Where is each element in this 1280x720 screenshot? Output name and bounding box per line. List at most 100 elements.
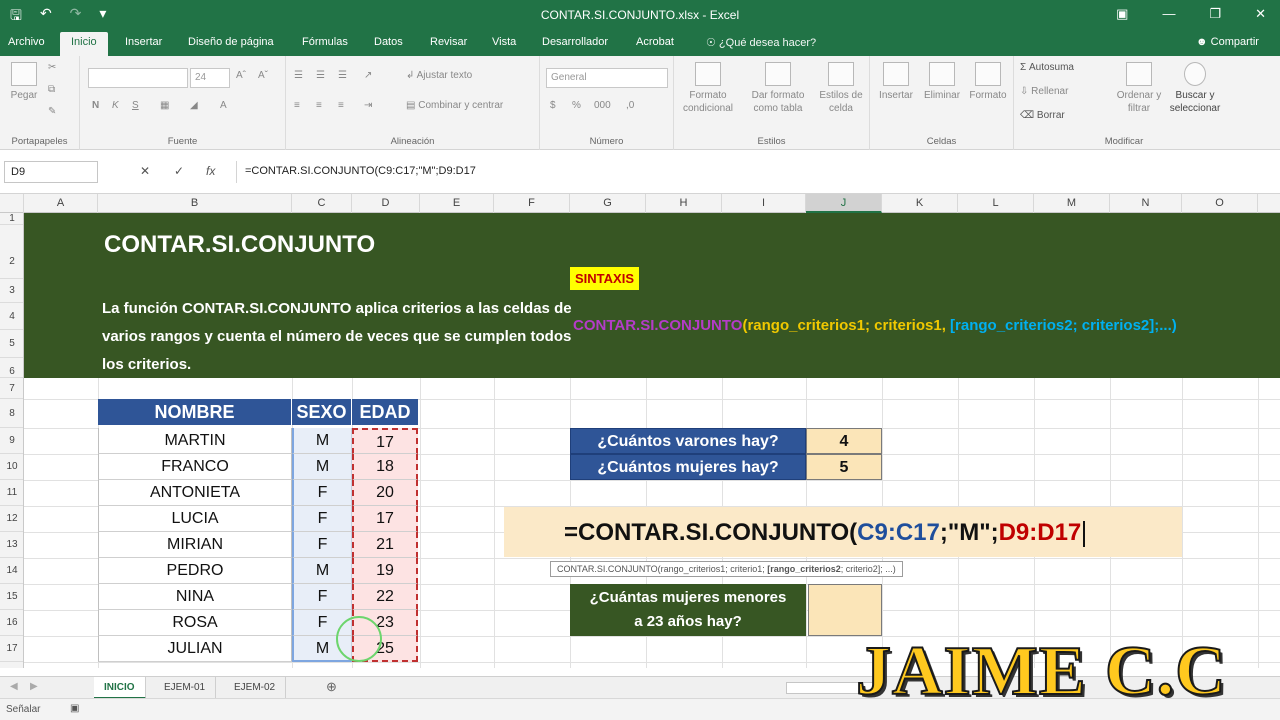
align-top-icon[interactable]: ☰ [294, 70, 303, 81]
tab-insertar[interactable]: Insertar [125, 36, 162, 48]
ribbon-display-icon[interactable]: ▣ [1116, 6, 1128, 22]
table-cell-sexo[interactable]: M [292, 428, 352, 454]
sheet-tab-ejem02[interactable]: EJEM-02 [224, 677, 287, 699]
question-mujeres-menores[interactable]: ¿Cuántas mujeres menores a 23 años hay? [570, 584, 806, 636]
tab-diseno-pagina[interactable]: Diseño de página [188, 36, 274, 48]
row-header[interactable]: 12 [0, 506, 23, 532]
question-varones[interactable]: ¿Cuántos varones hay? [570, 428, 806, 454]
cut-icon[interactable]: ✂ [48, 62, 56, 73]
tab-vista[interactable]: Vista [492, 36, 516, 48]
format-painter-icon[interactable]: ✎ [48, 106, 56, 117]
column-header[interactable]: C [292, 194, 352, 213]
row-header[interactable]: 10 [0, 454, 23, 480]
column-header[interactable]: E [420, 194, 494, 213]
table-header[interactable]: SEXO [292, 399, 352, 425]
paste-button[interactable]: Pegar [6, 62, 42, 102]
row-header[interactable]: 6 [0, 358, 23, 378]
column-header[interactable]: H [646, 194, 722, 213]
row-header[interactable]: 11 [0, 480, 23, 506]
select-all-corner[interactable] [0, 194, 24, 213]
table-cell-edad[interactable]: 18 [352, 454, 418, 480]
column-header[interactable]: O [1182, 194, 1258, 213]
font-name-combo[interactable] [88, 68, 188, 88]
font-color-icon[interactable]: A [220, 100, 227, 111]
shrink-font-icon[interactable]: Aˇ [258, 70, 268, 81]
name-box[interactable]: D9 [4, 161, 98, 183]
table-cell-nombre[interactable]: ROSA [98, 610, 292, 636]
fill-button[interactable]: ⇩ Rellenar [1020, 86, 1068, 97]
tab-datos[interactable]: Datos [374, 36, 403, 48]
row-header[interactable]: 17 [0, 636, 23, 662]
scroll-left-icon[interactable]: ◀ [10, 681, 18, 692]
align-middle-icon[interactable]: ☰ [316, 70, 325, 81]
italic-button[interactable]: K [112, 100, 119, 111]
cell-styles-button[interactable]: Estilos de celda [816, 62, 866, 115]
autosum-button[interactable]: Σ Autosuma [1020, 62, 1074, 73]
table-header[interactable]: EDAD [352, 399, 418, 425]
conditional-format-button[interactable]: Formato condicional [678, 62, 738, 115]
table-cell-edad[interactable]: 21 [352, 532, 418, 558]
table-cell-sexo[interactable]: F [292, 584, 352, 610]
answer-varones[interactable]: 4 [806, 428, 882, 454]
row-header[interactable]: 15 [0, 584, 23, 610]
table-cell-sexo[interactable]: M [292, 454, 352, 480]
tab-desarrollador[interactable]: Desarrollador [542, 36, 608, 48]
row-header[interactable]: 5 [0, 330, 23, 358]
tab-inicio[interactable]: Inicio [60, 32, 108, 56]
table-cell-nombre[interactable]: MIRIAN [98, 532, 292, 558]
find-select-button[interactable]: Buscar y seleccionar [1164, 62, 1226, 115]
delete-cells-button[interactable]: Eliminar [920, 62, 964, 102]
column-header[interactable]: L [958, 194, 1034, 213]
merge-center-button[interactable]: ▤ Combinar y centrar [406, 100, 503, 111]
column-header[interactable]: N [1110, 194, 1182, 213]
fill-color-icon[interactable]: ◢ [190, 100, 198, 111]
table-cell-nombre[interactable]: PEDRO [98, 558, 292, 584]
column-header[interactable]: K [882, 194, 958, 213]
table-cell-edad[interactable]: 17 [352, 506, 418, 532]
add-sheet-icon[interactable]: ⊕ [326, 679, 337, 695]
formula-input[interactable]: =CONTAR.SI.CONJUNTO(C9:C17;"M";D9:D17 [236, 161, 1276, 183]
table-cell-nombre[interactable]: FRANCO [98, 454, 292, 480]
answer-mujeres-menores[interactable] [808, 584, 882, 636]
row-header[interactable]: 9 [0, 428, 23, 454]
comma-icon[interactable]: 000 [594, 100, 611, 111]
percent-icon[interactable]: % [572, 100, 581, 111]
row-header[interactable]: 13 [0, 532, 23, 558]
orientation-icon[interactable]: ↗ [364, 70, 372, 81]
table-cell-sexo[interactable]: F [292, 506, 352, 532]
font-size-combo[interactable]: 24 [190, 68, 230, 88]
align-right-icon[interactable]: ≡ [338, 100, 344, 111]
align-left-icon[interactable]: ≡ [294, 100, 300, 111]
align-center-icon[interactable]: ≡ [316, 100, 322, 111]
column-header[interactable]: J [806, 194, 882, 213]
scroll-right-icon[interactable]: ▶ [30, 681, 38, 692]
underline-button[interactable]: S [132, 100, 139, 111]
row-header[interactable]: 3 [0, 279, 23, 303]
column-header[interactable]: B [98, 194, 292, 213]
table-cell-sexo[interactable]: F [292, 480, 352, 506]
sheet-tab-inicio[interactable]: INICIO [94, 677, 146, 699]
tab-formulas[interactable]: Fórmulas [302, 36, 348, 48]
restore-icon[interactable]: ❐ [1209, 6, 1221, 22]
insert-cells-button[interactable]: Insertar [874, 62, 918, 102]
worksheet-grid[interactable]: CONTAR.SI.CONJUNTO La función CONTAR.SI.… [24, 213, 1280, 668]
tab-acrobat[interactable]: Acrobat [636, 36, 674, 48]
column-header[interactable]: I [722, 194, 806, 213]
table-cell-nombre[interactable]: LUCIA [98, 506, 292, 532]
question-mujeres[interactable]: ¿Cuántos mujeres hay? [570, 454, 806, 480]
row-header[interactable]: 14 [0, 558, 23, 584]
macro-record-icon[interactable]: ▣ [70, 703, 79, 714]
column-header[interactable]: A [24, 194, 98, 213]
indent-icon[interactable]: ⇥ [364, 100, 372, 111]
table-cell-sexo[interactable]: F [292, 532, 352, 558]
tab-archivo[interactable]: Archivo [8, 36, 45, 48]
align-bottom-icon[interactable]: ☰ [338, 70, 347, 81]
row-header[interactable]: 8 [0, 399, 23, 428]
table-cell-edad[interactable]: 22 [352, 584, 418, 610]
table-cell-nombre[interactable]: JULIAN [98, 636, 292, 662]
tell-me-search[interactable]: ☉ ¿Qué desea hacer? [706, 36, 816, 49]
enter-icon[interactable]: ✓ [174, 164, 184, 178]
number-format-combo[interactable]: General [546, 68, 668, 88]
sort-filter-button[interactable]: Ordenar y filtrar [1114, 62, 1164, 115]
in-cell-formula-editor[interactable]: =CONTAR.SI.CONJUNTO(C9:C17;"M";D9:D17 [564, 519, 1086, 547]
